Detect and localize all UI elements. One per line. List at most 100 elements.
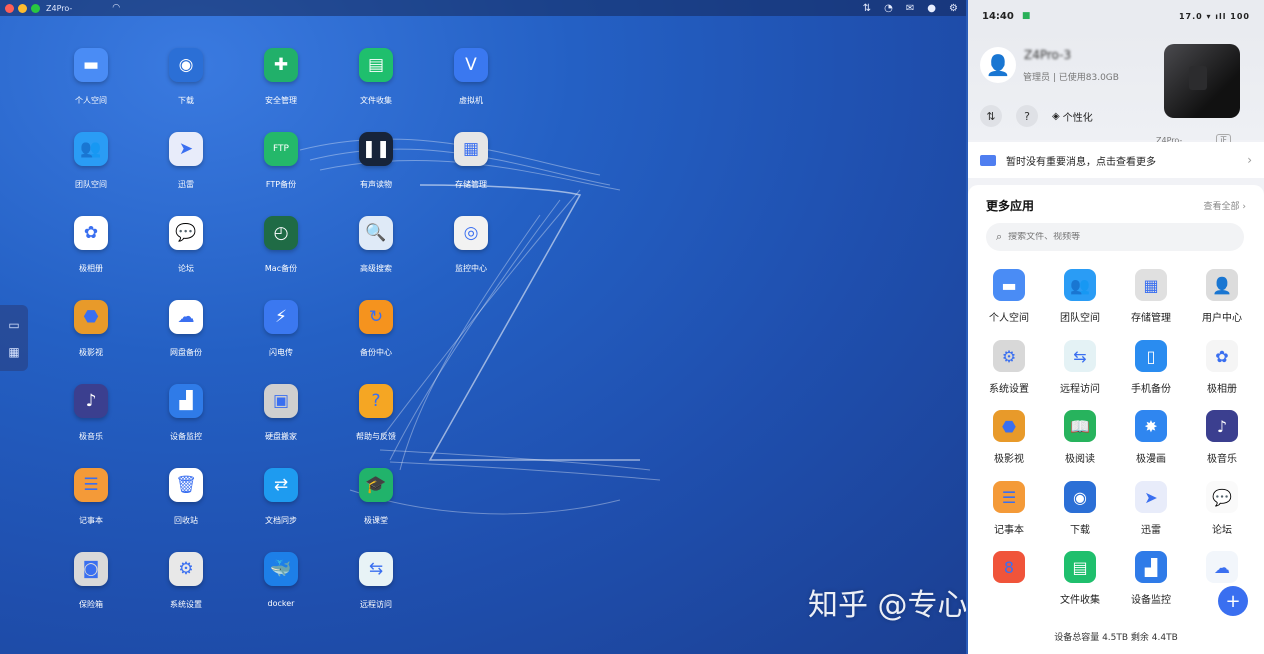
mobile-app-user-center[interactable]: 👤 用户中心 [1187, 269, 1257, 329]
gear-icon[interactable]: ⚙ [949, 3, 958, 14]
safe-icon: ◙ [74, 552, 108, 586]
app-label: 保险箱 [79, 600, 103, 609]
desktop-app-inbox[interactable]: ▤ 文件收集 [336, 48, 416, 118]
desktop-app-shield[interactable]: ✚ 安全管理 [241, 48, 321, 118]
mobile-app-shortcut[interactable]: 8 [974, 551, 1044, 611]
desktop-app-camera[interactable]: ◎ 监控中心 [431, 216, 511, 286]
app-label: 有声读物 [360, 180, 392, 189]
mobile-app-thunder-bird[interactable]: ➤ 迅雷 [1116, 481, 1186, 541]
mobile-app-book[interactable]: 📖 极阅读 [1045, 410, 1115, 470]
app-label: FTP备份 [265, 180, 297, 189]
grid-icon[interactable]: ▦ [6, 345, 22, 359]
desktop-app-photos[interactable]: ✿ 极相册 [51, 216, 131, 286]
desktop-app-forum[interactable]: 💬 论坛 [146, 216, 226, 286]
laptop-icon[interactable]: ▭ [6, 318, 22, 332]
mobile-app-monitor-chart[interactable]: ▟ 设备监控 [1116, 551, 1186, 611]
transfer-button[interactable]: ⇅ [980, 105, 1002, 127]
mobile-app-folder[interactable]: ▬ 个人空间 [974, 269, 1044, 329]
user-icon[interactable]: ● [927, 3, 936, 14]
photos-icon: ✿ [74, 216, 108, 250]
app-label: 安全管理 [265, 96, 297, 105]
desktop-app-monitor-chart[interactable]: ▟ 设备监控 [146, 384, 226, 454]
desktop-app-cloud-download[interactable]: ☁ 网盘备份 [146, 300, 226, 370]
search-bar[interactable]: ⌕ [986, 223, 1244, 251]
app-label: 系统设置 [989, 384, 1029, 395]
mobile-app-inbox[interactable]: ▤ 文件收集 [1045, 551, 1115, 611]
camera-icon: ◎ [454, 216, 488, 250]
desktop-app-disk-move[interactable]: ▣ 硬盘搬家 [241, 384, 321, 454]
desktop-app-notepad[interactable]: ☰ 记事本 [51, 468, 131, 538]
desktop-app-audio-book[interactable]: ❚❚ 有声读物 [336, 132, 416, 202]
app-label: 记事本 [994, 525, 1024, 536]
mobile-app-globe[interactable]: ◉ 下载 [1045, 481, 1115, 541]
speed-icon[interactable]: ◔ [884, 3, 893, 14]
desktop-app-trash[interactable]: 🗑 回收站 [146, 468, 226, 538]
add-button[interactable]: + [1218, 586, 1248, 616]
desktop-app-vm[interactable]: V 虚拟机 [431, 48, 511, 118]
mobile-app-phone-backup[interactable]: ▯ 手机备份 [1116, 340, 1186, 400]
desktop-app-folder[interactable]: ▬ 个人空间 [51, 48, 131, 118]
desktop-app-ftp[interactable]: FTP FTP备份 [241, 132, 321, 202]
app-label: 个人空间 [75, 96, 107, 105]
status-indicators: 17.0 ▾ ıll 100 [1178, 11, 1250, 21]
phone-backup-icon: ▯ [1135, 340, 1167, 372]
mobile-app-video[interactable]: ⬣ 极影视 [974, 410, 1044, 470]
mobile-app-music[interactable]: ♪ 极音乐 [1187, 410, 1257, 470]
desktop: Z4Pro- ◠ ⇅ ◔ ✉ ● ⚙ ▭ ▦ ▬ 个人空间 ◉ 下载 ✚ 安全管理 ▤ 文件收… [0, 0, 966, 654]
search-input[interactable] [1008, 232, 1209, 242]
desktop-app-thunder-bird[interactable]: ➤ 迅雷 [146, 132, 226, 202]
desktop-app-team-folder[interactable]: 👥 团队空间 [51, 132, 131, 202]
help-button[interactable]: ? [1016, 105, 1038, 127]
desktop-app-video[interactable]: ⬣ 极影视 [51, 300, 131, 370]
top-bar: Z4Pro- ◠ ⇅ ◔ ✉ ● ⚙ [0, 0, 966, 16]
desktop-app-sync[interactable]: ⇄ 文档同步 [241, 468, 321, 538]
personalize-label: 个性化 [1062, 112, 1093, 124]
desktop-app-safe[interactable]: ◙ 保险箱 [51, 552, 131, 622]
mail-icon[interactable]: ✉ [906, 3, 914, 14]
minimize-window-button[interactable] [18, 3, 27, 13]
desktop-app-remote-access[interactable]: ⇆ 远程访问 [336, 552, 416, 622]
mobile-app-comic[interactable]: ✸ 极漫画 [1116, 410, 1186, 470]
desktop-app-lightning[interactable]: ⚡ 闪电传 [241, 300, 321, 370]
close-window-button[interactable] [5, 3, 14, 13]
storage-icon: ▦ [1135, 269, 1167, 301]
app-label: 迅雷 [178, 180, 194, 189]
desktop-app-settings[interactable]: ⚙ 系统设置 [146, 552, 226, 622]
mobile-app-settings[interactable]: ⚙ 系统设置 [974, 340, 1044, 400]
transfer-icon[interactable]: ⇅ [863, 3, 871, 14]
desktop-app-music[interactable]: ♪ 极音乐 [51, 384, 131, 454]
desktop-app-globe[interactable]: ◉ 下载 [146, 48, 226, 118]
avatar[interactable]: 👤 [980, 47, 1016, 83]
desktop-app-graduation-cap[interactable]: 🎓 极课堂 [336, 468, 416, 538]
desktop-app-docker[interactable]: 🐳 docker [241, 552, 321, 622]
music-icon: ♪ [1206, 410, 1238, 442]
device-card[interactable] [1160, 44, 1248, 136]
mobile-app-notepad[interactable]: ☰ 记事本 [974, 481, 1044, 541]
audio-book-icon: ❚❚ [359, 132, 393, 166]
message-bar[interactable]: 暂时没有重要消息，点击查看更多 › [968, 142, 1264, 178]
desktop-app-refresh[interactable]: ↻ 备份中心 [336, 300, 416, 370]
more-apps-title: 更多应用 [986, 199, 1035, 213]
desktop-app-storage[interactable]: ▦ 存储管理 [431, 132, 511, 202]
app-label: 极阅读 [1065, 454, 1095, 465]
app-label: 文件收集 [360, 96, 392, 105]
sync-icon: ⇄ [264, 468, 298, 502]
cloud-download-icon: ☁ [1206, 551, 1238, 583]
personalize-button[interactable]: ◈ 个性化 [1052, 109, 1093, 124]
desktop-app-time-machine[interactable]: ◴ Mac备份 [241, 216, 321, 286]
desktop-app-help[interactable]: ? 帮助与反馈 [336, 384, 416, 454]
team-folder-icon: 👥 [1064, 269, 1096, 301]
mobile-app-storage[interactable]: ▦ 存储管理 [1116, 269, 1186, 329]
more-apps-panel: 更多应用 查看全部 › ⌕ ▬ 个人空间 👥 团队空间 ▦ 存储管理 👤 用户中心 ⚙ 系统设置 ⇆… [968, 185, 1264, 654]
comic-icon: ✸ [1135, 410, 1167, 442]
folder-icon: ▬ [993, 269, 1025, 301]
see-all-link[interactable]: 查看全部 › [1204, 199, 1246, 212]
zoom-window-button[interactable] [31, 3, 40, 13]
mobile-app-forum[interactable]: 💬 论坛 [1187, 481, 1257, 541]
desktop-app-search[interactable]: 🔍 高级搜索 [336, 216, 416, 286]
docker-icon: 🐳 [264, 552, 298, 586]
user-name: Z4Pro-3 [1024, 48, 1072, 62]
mobile-app-team-folder[interactable]: 👥 团队空间 [1045, 269, 1115, 329]
mobile-app-remote-access[interactable]: ⇆ 远程访问 [1045, 340, 1115, 400]
mobile-app-photos[interactable]: ✿ 极相册 [1187, 340, 1257, 400]
